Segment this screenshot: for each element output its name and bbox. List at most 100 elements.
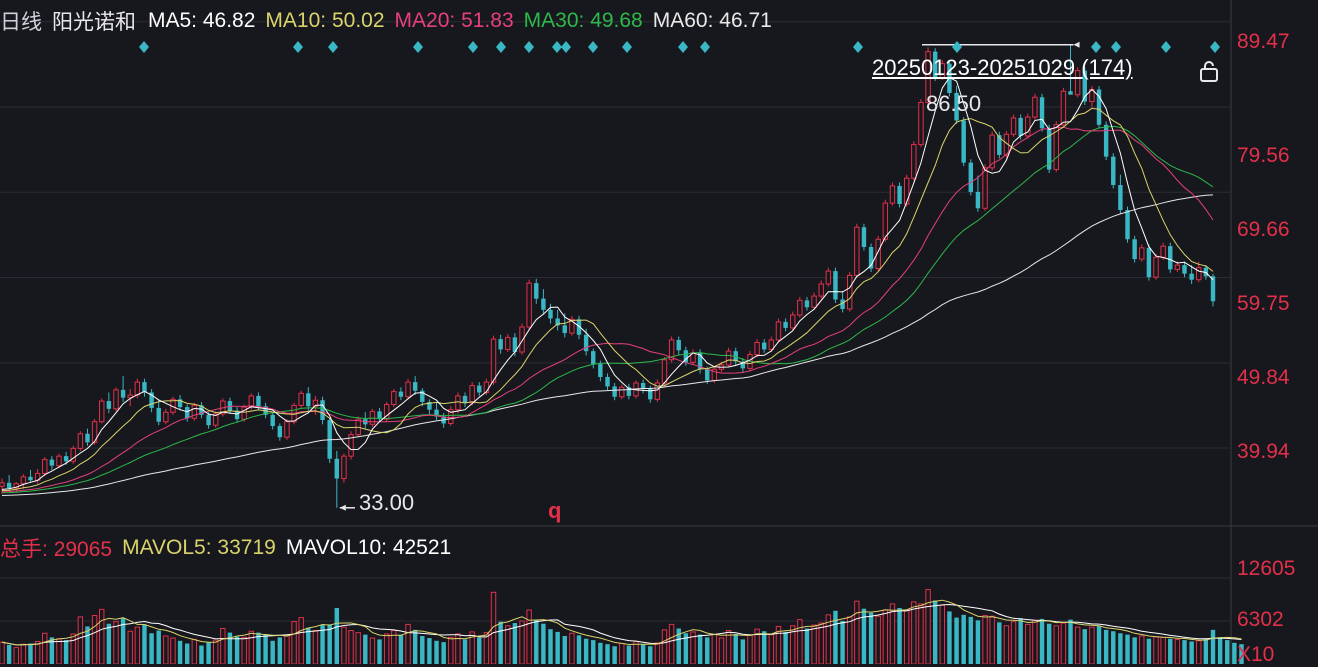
event-marker-icon	[293, 41, 303, 53]
candle-body-down	[861, 227, 867, 248]
high-arrow-head	[1073, 41, 1080, 48]
volume-bar-down	[1210, 629, 1216, 664]
volume-bar-down	[28, 643, 33, 664]
candle-body-down	[206, 414, 211, 426]
candle-body-up	[818, 283, 824, 297]
candle-body-up	[846, 274, 853, 310]
lock-icon[interactable]	[1197, 59, 1221, 83]
volume-bar-up	[718, 637, 725, 664]
volume-bar-down	[697, 634, 703, 664]
kline-chart[interactable]: 日线 阳光诺和 MA5: 46.82 MA10: 50.02 MA20: 51.…	[0, 0, 1318, 666]
volume-bar-up	[77, 616, 84, 664]
event-marker-icon	[622, 41, 632, 53]
volume-bar-down	[177, 640, 183, 664]
volume-bar-up	[1010, 621, 1017, 664]
candle-body-up	[505, 336, 511, 350]
event-marker-icon	[1091, 41, 1101, 53]
candle-body-up	[0, 482, 5, 487]
volume-bar-up	[1060, 622, 1067, 664]
candle-body-down	[477, 385, 482, 393]
volume-bar-down	[954, 617, 959, 664]
chart-canvas[interactable]	[0, 0, 1318, 664]
candle-body-down	[612, 386, 617, 397]
volume-bar-down	[6, 644, 12, 664]
volume-bar-up	[448, 636, 454, 664]
volume-bar-down	[640, 644, 646, 664]
candle-body-up	[790, 314, 796, 329]
candle-body-down	[548, 309, 553, 319]
volume-bar-down	[412, 629, 418, 664]
candle-body-up	[903, 177, 910, 205]
candle-body-up	[56, 455, 62, 467]
volume-bar-down	[591, 640, 596, 664]
candle-body-up	[1153, 256, 1159, 278]
candle-body-up	[391, 391, 397, 406]
volume-bar-down	[1039, 618, 1045, 664]
candle-body-up	[42, 459, 48, 474]
volume-bar-down	[626, 645, 632, 664]
volume-bar-down	[705, 637, 710, 664]
candle-body-down	[85, 433, 90, 443]
volume-bar-down	[1182, 640, 1187, 664]
price-tick: 59.75	[1237, 292, 1290, 315]
ma10-line	[1, 107, 1214, 492]
event-marker-icon	[524, 41, 534, 53]
high-price-label: 86.50	[926, 91, 982, 116]
ma20-line	[1, 126, 1214, 493]
volume-bar-down	[1203, 638, 1209, 664]
volume-bar-up	[383, 633, 390, 664]
period-label: 日线	[0, 11, 42, 34]
volume-bar-down	[277, 637, 283, 664]
volume-bar-down	[149, 633, 154, 664]
event-marker-icon	[700, 41, 710, 53]
volume-bar-down	[1046, 623, 1052, 664]
volume-bar-up	[882, 609, 889, 664]
event-marker-icon	[588, 41, 598, 53]
volume-bar-up	[846, 616, 853, 664]
ma60-line	[1, 194, 1214, 496]
volume-bar-down	[477, 637, 482, 664]
q-marker[interactable]: q	[548, 498, 561, 524]
volume-bar-down	[206, 642, 211, 664]
candle-body-down	[804, 300, 810, 308]
volume-bar-down	[1111, 631, 1116, 664]
price-header: 日线 阳光诺和 MA5: 46.82 MA10: 50.02 MA20: 51.…	[0, 6, 782, 36]
ma30-line	[1, 125, 1214, 494]
candle-body-down	[1039, 97, 1045, 129]
event-marker-icon	[468, 41, 478, 53]
volume-bar-down	[398, 634, 404, 664]
volume-bar-down	[377, 639, 382, 664]
candle-body-up	[20, 476, 27, 485]
volume-bar-down	[583, 638, 589, 664]
candle-body-down	[1103, 124, 1109, 157]
volume-bar-down	[555, 631, 560, 664]
volume-bar-up	[982, 615, 988, 664]
event-marker-icon	[552, 41, 562, 53]
candle-body-down	[398, 391, 404, 397]
volume-bar-down	[306, 627, 311, 664]
volume-bar-up	[1153, 636, 1159, 664]
volume-bar-down	[1168, 638, 1173, 664]
volume-bar-up	[1174, 638, 1181, 664]
candle-body-up	[725, 350, 732, 366]
candle-body-down	[270, 414, 275, 427]
volume-bar-up	[170, 637, 176, 664]
volume-bar-up	[1139, 635, 1145, 664]
candle-body-down	[897, 185, 902, 204]
price-tick: 39.94	[1237, 440, 1290, 463]
candle-body-down	[1118, 185, 1123, 210]
candle-body-down	[541, 298, 546, 310]
volume-bar-up	[1074, 626, 1081, 664]
price-tick: 69.66	[1237, 218, 1290, 241]
date-range-badge[interactable]: 20250123-20251029 (174)	[872, 55, 1133, 81]
candle-body-down	[6, 482, 12, 488]
volume-bar-up	[405, 623, 411, 664]
volume-bar-up	[526, 609, 532, 664]
volume-bar-down	[1018, 618, 1023, 664]
volume-bar-up	[127, 630, 133, 664]
volume-bar-up	[661, 629, 668, 664]
volume-bar-up	[284, 634, 290, 664]
candle-body-up	[1196, 267, 1202, 281]
ma20-legend: MA20: 51.83	[394, 9, 514, 32]
volume-bar-up	[989, 615, 995, 664]
